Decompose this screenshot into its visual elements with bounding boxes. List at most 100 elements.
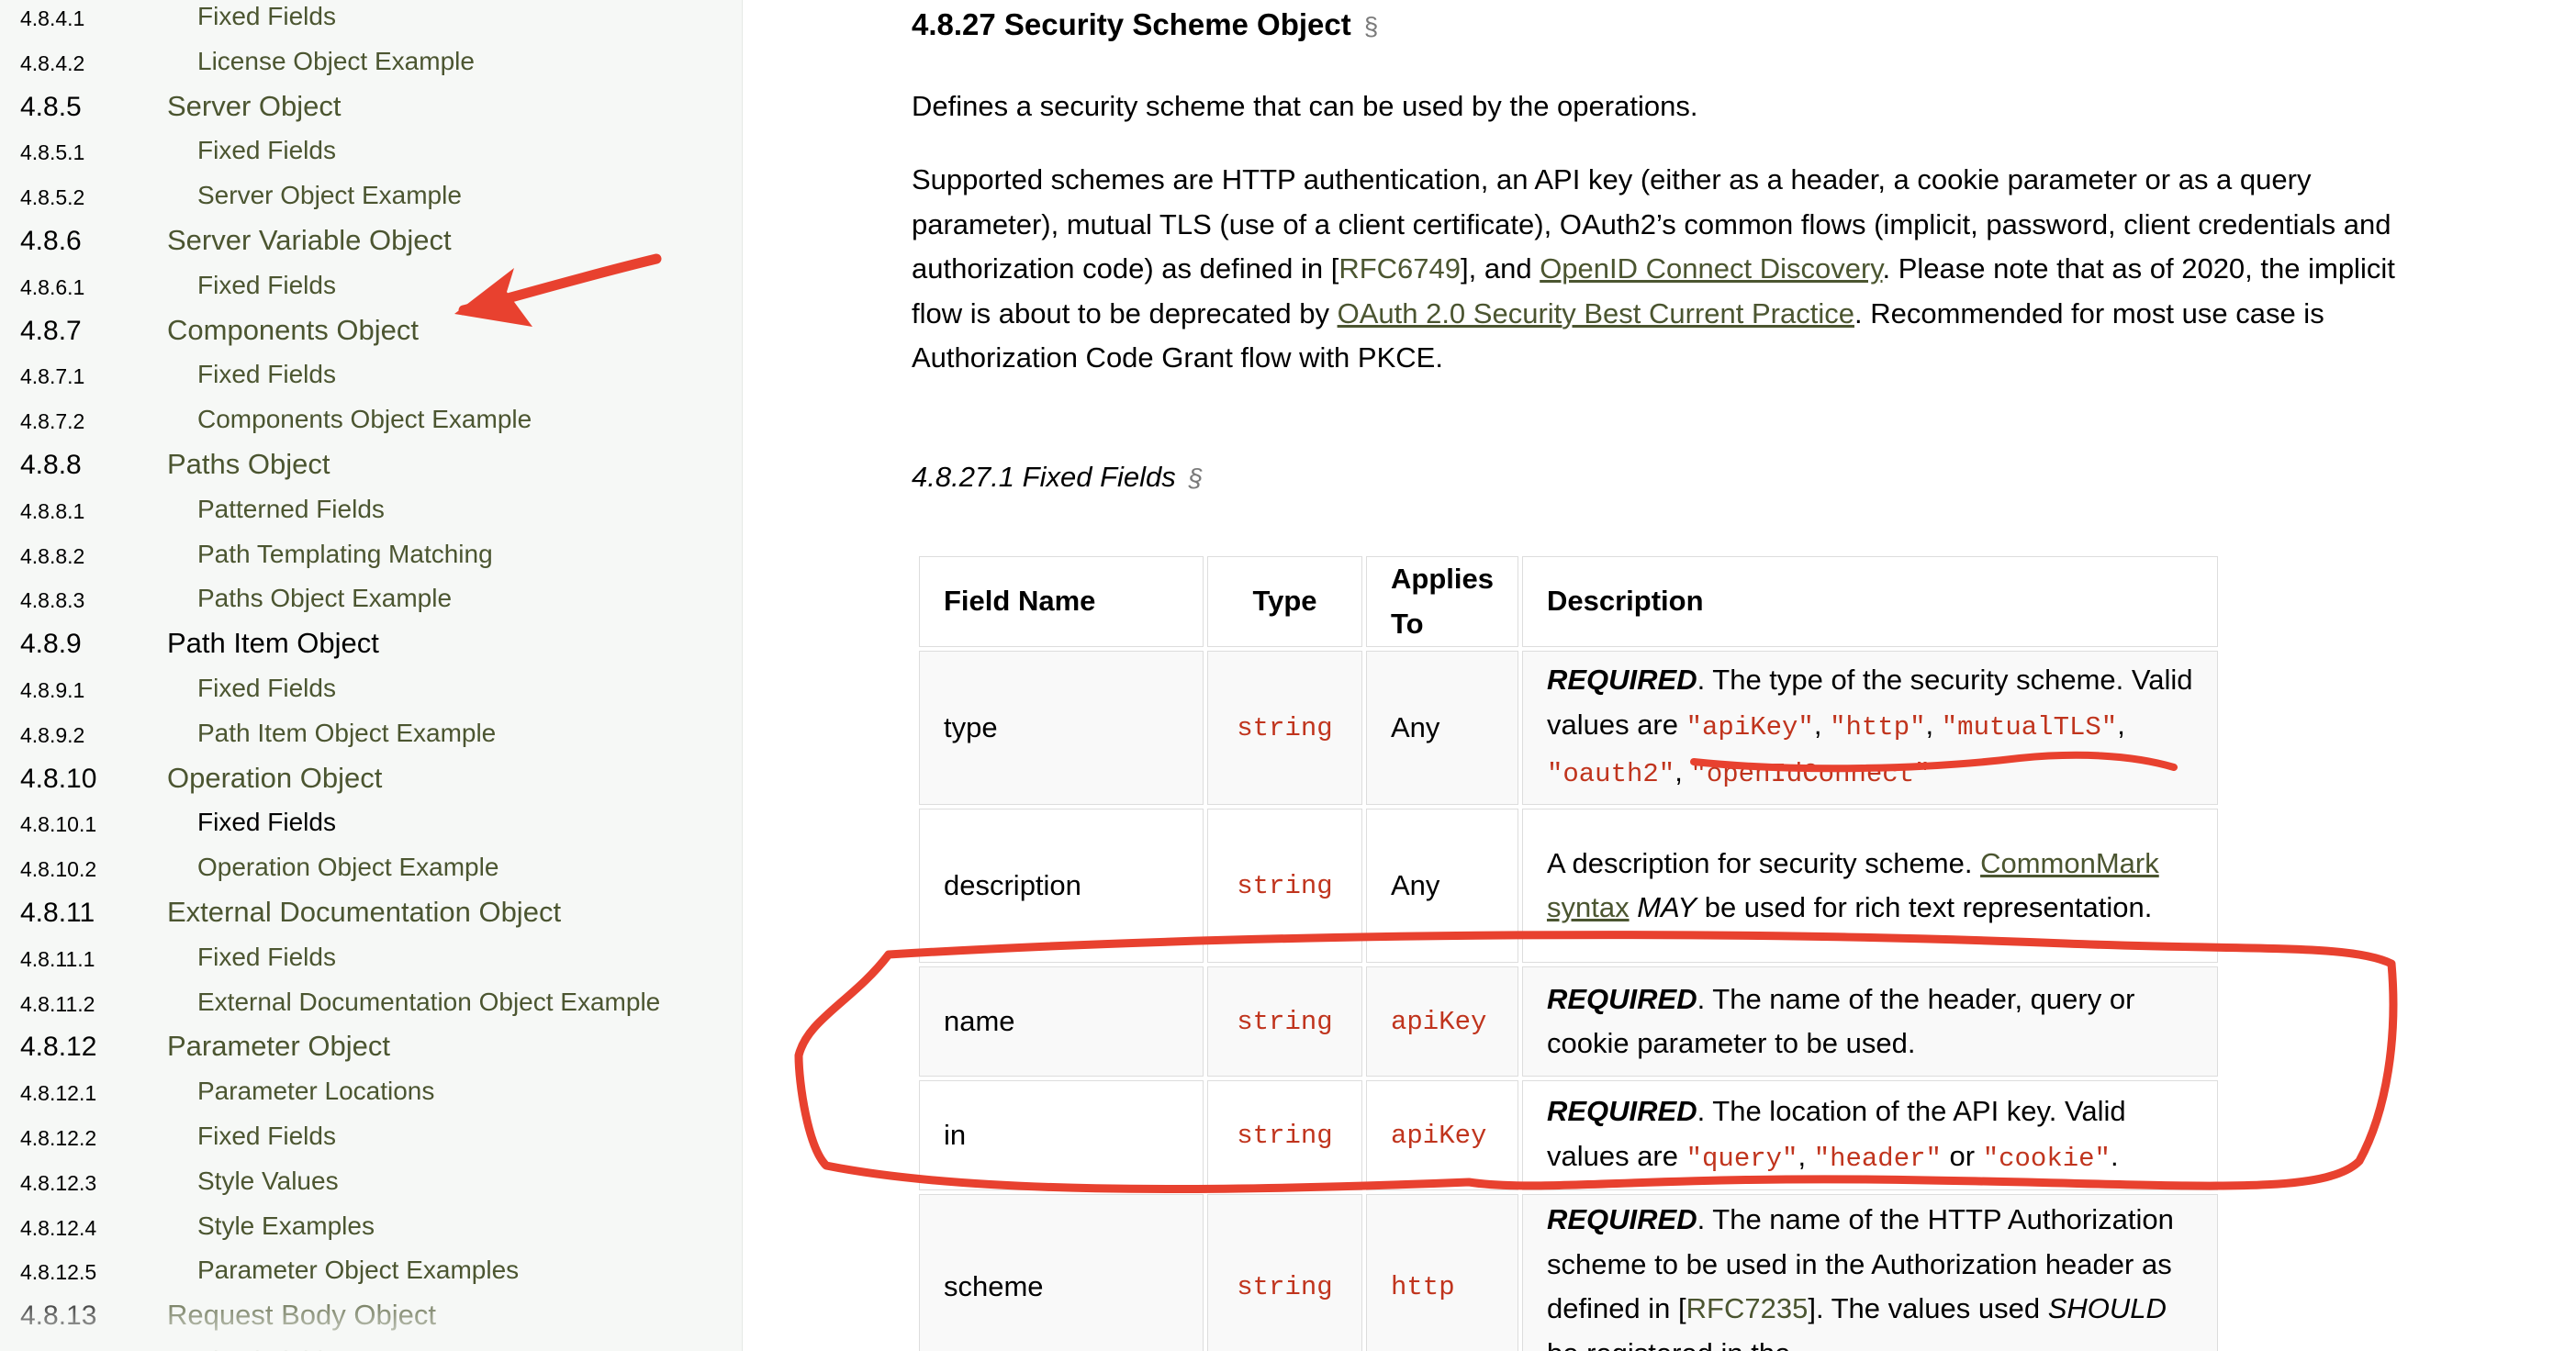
fixed-fields-subheading: 4.8.27.1 Fixed Fields § (912, 461, 1204, 493)
subsection-permalink[interactable]: § (1189, 463, 1204, 492)
rfc7235-link[interactable]: RFC7235 (1686, 1292, 1809, 1324)
applies-to-cell: http (1366, 1194, 1518, 1351)
toc-section-number: 4.8.6 (20, 226, 82, 256)
toc-item-label[interactable]: Fixed Fields (197, 674, 336, 703)
toc-item-label[interactable]: Fixed Fields (197, 271, 336, 300)
fixed-fields-table: Field Name Type Applies To Description t… (915, 553, 2222, 1351)
toc-section-number: 4.8.8 (20, 450, 82, 480)
toc-item-label[interactable]: External Documentation Object (167, 896, 561, 929)
type-cell: string (1207, 1080, 1362, 1190)
description-cell: REQUIRED. The type of the security schem… (1521, 651, 2218, 805)
applies-to-cell: Any (1366, 651, 1518, 805)
toc-item-label[interactable]: Components Object Example (197, 405, 532, 434)
toc-section-number: 4.8.5.2 (20, 185, 85, 210)
toc-item-label[interactable]: Server Object (167, 90, 342, 123)
toc-section-number: 4.8.12.5 (20, 1260, 97, 1285)
toc-item-label[interactable]: Fixed Fields (197, 136, 336, 165)
toc-section-number: 4.8.10 (20, 763, 97, 794)
toc-item-label[interactable]: Fixed Fields (197, 1122, 336, 1151)
description-cell: A description for security scheme. Commo… (1521, 809, 2218, 963)
toc-item-label[interactable]: Request Body Object (167, 1299, 436, 1332)
toc-item-label[interactable]: Server Variable Object (167, 224, 452, 257)
field-name-cell: type (919, 651, 1204, 805)
field-name-cell: in (919, 1080, 1204, 1190)
toc-item-label[interactable]: Fixed Fields (197, 2, 336, 31)
applies-to-cell: Any (1366, 809, 1518, 963)
table-row: name string apiKey REQUIRED. The name of… (919, 966, 2218, 1077)
toc-section-number: 4.8.7.2 (20, 409, 85, 434)
toc-item-label[interactable]: Path Item Object (167, 627, 379, 660)
description-cell: REQUIRED. The name of the HTTP Authoriza… (1521, 1194, 2218, 1351)
table-row: type string Any REQUIRED. The type of th… (919, 651, 2218, 805)
toc-section-number: 4.8.12.4 (20, 1215, 97, 1240)
col-applies-to: Applies To (1366, 556, 1518, 647)
toc-item-label[interactable]: Fixed Fields (197, 360, 336, 389)
schemes-paragraph: Supported schemes are HTTP authenticatio… (912, 163, 2395, 374)
toc-section-number: 4.8.11 (20, 898, 95, 928)
toc-item-label[interactable]: Fixed Fields (197, 943, 336, 972)
toc-section-number: 4.8.9.1 (20, 678, 85, 702)
rfc6749-link[interactable]: RFC6749 (1338, 252, 1461, 285)
toc-section-number: 4.8.12.3 (20, 1170, 97, 1195)
toc-item-label[interactable]: License Object Example (197, 47, 475, 76)
description-cell: REQUIRED. The location of the API key. V… (1521, 1080, 2218, 1190)
toc-item-label[interactable]: Patterned Fields (197, 495, 385, 524)
description-cell: REQUIRED. The name of the header, query … (1521, 966, 2218, 1077)
type-cell: string (1207, 1194, 1362, 1351)
table-row: description string Any A description for… (919, 809, 2218, 963)
toc-item-label[interactable]: Paths Object Example (197, 584, 452, 613)
toc-section-number: 4.8.12.2 (20, 1126, 97, 1150)
toc-section-number: 4.8.6.1 (20, 274, 85, 299)
field-name-cell: name (919, 966, 1204, 1077)
toc-item-label[interactable]: Server Object Example (197, 181, 462, 210)
applies-to-cell: apiKey (1366, 966, 1518, 1077)
toc-section-number: 4.8.9.2 (20, 722, 85, 747)
toc-item-label[interactable]: Fixed Fields (197, 808, 336, 837)
toc-sidebar: 4.8.4.1 Fixed Fields 4.8.4.2 License Object… (0, 0, 743, 1351)
toc-section-number: 4.8.13 (20, 1301, 97, 1332)
toc-item-label[interactable]: Parameter Locations (197, 1077, 434, 1106)
toc-item-label[interactable]: Paths Object (167, 448, 330, 481)
toc-item-label[interactable]: Path Item Object Example (197, 719, 496, 748)
toc-item-label[interactable]: Parameter Object (167, 1030, 390, 1063)
toc-section-number: 4.8.7.1 (20, 364, 85, 389)
toc-section-number: 4.8.12.1 (20, 1081, 97, 1106)
toc-item-label[interactable]: Style Values (197, 1167, 339, 1196)
field-name-cell: scheme (919, 1194, 1204, 1351)
type-cell: string (1207, 651, 1362, 805)
toc-section-number: 4.8.8.1 (20, 498, 85, 523)
toc-section-number: 4.8.10.1 (20, 812, 97, 837)
toc-item-label[interactable]: External Documentation Object Example (197, 988, 660, 1017)
toc-section-number: 4.8.5.1 (20, 140, 85, 165)
toc-section-number: 4.8.5 (20, 91, 82, 122)
section-permalink[interactable]: § (1364, 12, 1379, 40)
toc-section-number: 4.8.10.2 (20, 857, 97, 882)
type-cell: string (1207, 966, 1362, 1077)
oauth-security-best-practice-link[interactable]: OAuth 2.0 Security Best Current Practice (1338, 297, 1854, 329)
table-row: scheme string http REQUIRED. The name of… (919, 1194, 2218, 1351)
toc-item-label[interactable]: Parameter Object Examples (197, 1256, 519, 1285)
toc-item-label[interactable]: Components Object (167, 314, 419, 347)
col-type: Type (1207, 556, 1362, 647)
toc-item-label[interactable]: Style Examples (197, 1211, 375, 1241)
toc-section-number: 4.8.7 (20, 315, 82, 346)
toc-section-number: 4.8.12 (20, 1032, 97, 1063)
toc-item-label[interactable]: Path Templating Matching (197, 540, 493, 569)
toc-section-number: 4.8.9 (20, 629, 82, 660)
toc-section-number: 4.8.11.2 (20, 991, 95, 1016)
field-name-cell: description (919, 809, 1204, 963)
toc-section-number: 4.8.4.1 (20, 6, 85, 30)
main-content: 4.8.27 Security Scheme Object § Defines a… (743, 0, 2576, 1351)
toc-section-number: 4.8.4.2 (20, 50, 85, 75)
table-header-row: Field Name Type Applies To Description (919, 556, 2218, 647)
openid-connect-discovery-link[interactable]: OpenID Connect Discovery (1540, 252, 1882, 285)
toc-item-label[interactable]: Operation Object (167, 762, 382, 795)
toc-item-label[interactable]: Operation Object Example (197, 853, 498, 882)
col-description: Description (1521, 556, 2218, 647)
table-row: in string apiKey REQUIRED. The location … (919, 1080, 2218, 1190)
toc-item-label[interactable]: Fixed Fields (197, 1345, 336, 1351)
toc-section-number: 4.8.8.2 (20, 543, 85, 568)
intro-paragraph: Defines a security scheme that can be us… (912, 90, 1698, 122)
toc-section-number: 4.8.8.3 (20, 588, 85, 613)
page-title: 4.8.27 Security Scheme Object § (912, 7, 1379, 41)
